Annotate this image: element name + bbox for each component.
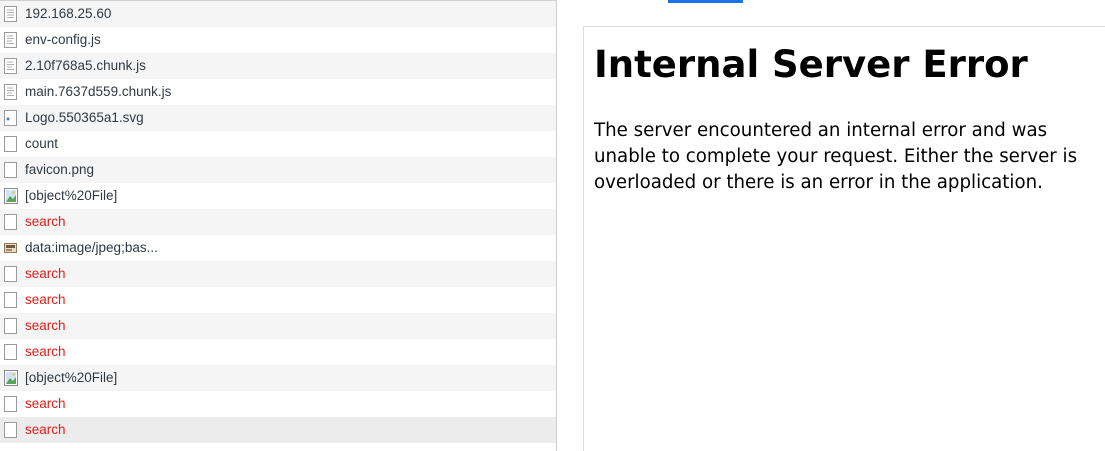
request-row[interactable]: search	[0, 287, 556, 313]
request-row[interactable]: search	[0, 209, 556, 235]
request-row[interactable]: data:image/jpeg;bas...	[0, 235, 556, 261]
request-row[interactable]: favicon.png	[0, 157, 556, 183]
request-name: count	[25, 136, 59, 151]
request-list: 192.168.25.60 env-config.js 2.10f768a5.chu…	[0, 0, 556, 451]
request-name: env-config.js	[25, 32, 101, 47]
request-row[interactable]: 2.10f768a5.chunk.js	[0, 53, 556, 79]
blank-file-icon	[4, 213, 18, 231]
request-name: search	[25, 396, 66, 411]
blank-file-icon	[4, 343, 18, 361]
svg-file-icon	[4, 109, 18, 127]
request-row[interactable]: search	[0, 261, 556, 287]
blank-file-icon	[4, 135, 18, 153]
request-row[interactable]: env-config.js	[0, 27, 556, 53]
request-name: [object%20File]	[25, 188, 118, 203]
request-row[interactable]: [object%20File]	[0, 365, 556, 391]
request-row[interactable]: search	[0, 417, 556, 443]
blank-file-icon	[4, 161, 18, 179]
document-icon	[4, 5, 18, 23]
request-name: 192.168.25.60	[25, 6, 112, 21]
response-preview-frame: Internal Server Error The server encount…	[583, 26, 1105, 451]
request-name: data:image/jpeg;bas...	[25, 240, 158, 255]
request-name: favicon.png	[25, 162, 95, 177]
request-name: Logo.550365a1.svg	[25, 110, 144, 125]
request-name: main.7637d559.chunk.js	[25, 84, 172, 99]
active-tab-indicator[interactable]	[668, 0, 743, 3]
request-name: 2.10f768a5.chunk.js	[25, 58, 146, 73]
request-row[interactable]: search	[0, 339, 556, 365]
preview-pane: Internal Server Error The server encount…	[557, 0, 1105, 451]
blank-file-icon	[4, 395, 18, 413]
request-name: search	[25, 292, 66, 307]
request-name: search	[25, 214, 66, 229]
blank-file-icon	[4, 317, 18, 335]
request-name: search	[25, 344, 66, 359]
detail-tab-strip	[557, 0, 1105, 3]
request-row[interactable]: 192.168.25.60	[0, 1, 556, 27]
blank-file-icon	[4, 291, 18, 309]
devtools-network-panel: 192.168.25.60 env-config.js 2.10f768a5.chu…	[0, 0, 1105, 451]
request-row[interactable]: main.7637d559.chunk.js	[0, 79, 556, 105]
script-file-icon	[4, 83, 18, 101]
request-row[interactable]: search	[0, 391, 556, 417]
script-file-icon	[4, 57, 18, 75]
request-name: [object%20File]	[25, 370, 118, 385]
error-title: Internal Server Error	[594, 43, 1028, 86]
jpeg-thumbnail-icon	[4, 240, 18, 257]
script-file-icon	[4, 31, 18, 49]
request-row[interactable]: count	[0, 131, 556, 157]
blank-file-icon	[4, 421, 18, 439]
request-row[interactable]: search	[0, 313, 556, 339]
request-row[interactable]: Logo.550365a1.svg	[0, 105, 556, 131]
error-message: The server encountered an internal error…	[594, 120, 1078, 193]
image-file-icon	[4, 369, 18, 387]
request-row[interactable]: [object%20File]	[0, 183, 556, 209]
request-name: search	[25, 266, 66, 281]
blank-file-icon	[4, 265, 18, 283]
image-file-icon	[4, 187, 18, 205]
request-name: search	[25, 318, 66, 333]
request-name: search	[25, 422, 66, 437]
